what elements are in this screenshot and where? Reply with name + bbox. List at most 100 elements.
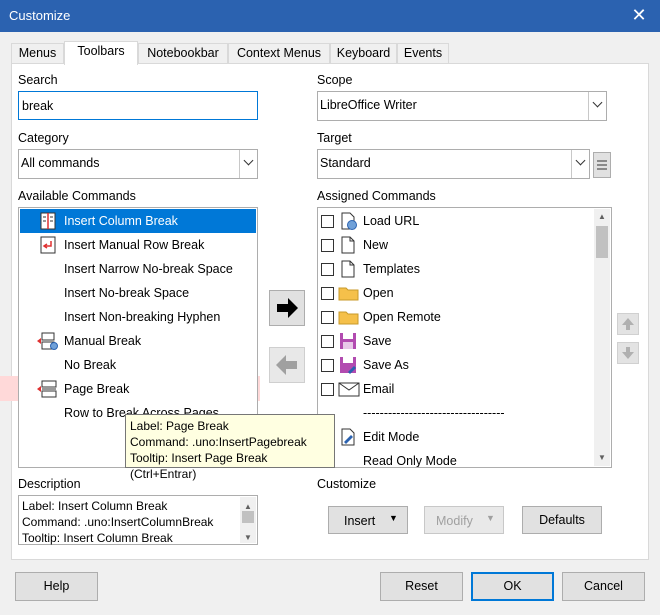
load-url-icon [341, 212, 357, 230]
tab-toolbars[interactable]: Toolbars [64, 41, 138, 65]
arrow-left-icon [276, 355, 297, 375]
checkbox[interactable] [321, 215, 334, 228]
caret-down-icon: ▼ [486, 513, 495, 523]
checkbox[interactable] [321, 239, 334, 252]
folder-icon [338, 311, 359, 325]
add-command-button[interactable] [269, 290, 305, 326]
tab-context-menus[interactable]: Context Menus [228, 43, 330, 64]
list-item[interactable]: Open [319, 281, 594, 305]
search-label: Search [18, 73, 58, 87]
checkbox[interactable] [321, 335, 334, 348]
cancel-button[interactable]: Cancel [562, 572, 645, 601]
category-select[interactable]: All commands [18, 149, 258, 179]
document-icon [341, 260, 355, 278]
assigned-scrollbar[interactable]: ▲ ▼ [594, 209, 610, 466]
modify-button-label: Modify [436, 514, 473, 528]
scope-value: LibreOffice Writer [320, 98, 417, 112]
description-command-line: Command: .uno:InsertColumnBreak [22, 515, 214, 529]
window-title: Customize [9, 8, 71, 23]
chevron-down-icon [571, 150, 589, 178]
list-item[interactable]: Insert Narrow No-break Space [20, 257, 256, 281]
list-item[interactable]: New [319, 233, 594, 257]
target-label: Target [317, 131, 352, 145]
list-item-label: Email [363, 382, 395, 396]
list-item[interactable]: Open Remote [319, 305, 594, 329]
close-icon[interactable]: ✕ [628, 4, 650, 26]
tab-keyboard[interactable]: Keyboard [330, 43, 397, 64]
category-value: All commands [21, 156, 100, 170]
checkbox[interactable] [321, 263, 334, 276]
help-button[interactable]: Help [15, 572, 98, 601]
assigned-commands-label: Assigned Commands [317, 189, 436, 203]
document-icon [341, 236, 355, 254]
list-item[interactable]: Save [319, 329, 594, 353]
column-break-icon [40, 212, 56, 230]
list-item-label: Open Remote [363, 310, 441, 324]
checkbox[interactable] [321, 383, 334, 396]
tooltip-tooltip-line: Tooltip: Insert Page Break (Ctrl+Entrar) [130, 451, 268, 481]
list-item[interactable]: Page Break [20, 377, 256, 401]
arrow-up-icon [622, 318, 634, 330]
arrow-down-icon [622, 347, 634, 359]
tab-menus[interactable]: Menus [11, 43, 64, 64]
target-menu-button[interactable] [593, 152, 611, 178]
list-item[interactable]: Email [319, 377, 594, 401]
checkbox[interactable] [321, 359, 334, 372]
edit-mode-icon [341, 428, 355, 446]
assigned-commands-list[interactable]: Load URL New Templates Open Open Remote … [317, 207, 612, 468]
tab-events[interactable]: Events [397, 43, 449, 64]
page-break-icon [37, 380, 57, 398]
ok-button[interactable]: OK [471, 572, 554, 601]
folder-icon [338, 287, 359, 301]
separator-line: ---------------------------------- [363, 406, 505, 420]
chevron-down-icon [239, 150, 257, 178]
checkbox[interactable] [321, 311, 334, 324]
caret-down-icon: ▼ [389, 513, 398, 523]
manual-break-icon [37, 332, 58, 350]
list-item[interactable]: Read Only Mode [319, 449, 594, 467]
list-item[interactable]: Load URL [319, 209, 594, 233]
search-input[interactable]: break [18, 91, 258, 120]
list-item-label: Insert Column Break [64, 214, 178, 228]
list-item[interactable]: Templates [319, 257, 594, 281]
modify-button[interactable]: Modify ▼ [424, 506, 504, 534]
list-item-label: New [363, 238, 389, 252]
defaults-button[interactable]: Defaults [522, 506, 602, 534]
list-item-label: Page Break [64, 382, 130, 396]
reset-button[interactable]: Reset [380, 572, 463, 601]
save-icon [340, 333, 356, 349]
move-down-button[interactable] [617, 342, 639, 364]
scroll-down-icon[interactable]: ▼ [244, 530, 252, 546]
list-item-label: Edit Mode [363, 430, 420, 444]
scroll-up-icon[interactable]: ▲ [598, 212, 606, 221]
list-item[interactable]: Edit Mode [319, 425, 594, 449]
list-item[interactable]: Insert No-break Space [20, 281, 256, 305]
description-label: Description [18, 477, 81, 491]
target-select[interactable]: Standard [317, 149, 590, 179]
list-item[interactable]: Insert Non-breaking Hyphen [20, 305, 256, 329]
scroll-down-icon[interactable]: ▼ [598, 453, 606, 462]
list-item-label: Insert Narrow No-break Space [64, 262, 233, 276]
category-label: Category [18, 131, 69, 145]
list-item[interactable]: Insert Manual Row Break [20, 233, 256, 257]
envelope-icon [338, 382, 360, 397]
description-scrollbar[interactable]: ▲ ▼ [240, 497, 256, 543]
target-value: Standard [320, 156, 371, 170]
list-item[interactable]: ---------------------------------- [319, 401, 594, 425]
list-item[interactable]: Insert Column Break [20, 209, 256, 233]
remove-command-button[interactable] [269, 347, 305, 383]
checkbox[interactable] [321, 287, 334, 300]
list-item[interactable]: Save As [319, 353, 594, 377]
list-item-label: Templates [363, 262, 420, 276]
scroll-thumb[interactable] [242, 511, 254, 523]
hamburger-icon [597, 160, 607, 170]
scroll-thumb[interactable] [596, 226, 608, 258]
list-item-label: Insert No-break Space [64, 286, 190, 300]
list-item-label: Insert Manual Row Break [64, 238, 205, 252]
list-item[interactable]: No Break [20, 353, 256, 377]
tab-notebookbar[interactable]: Notebookbar [138, 43, 228, 64]
insert-button[interactable]: Insert ▼ [328, 506, 408, 534]
list-item[interactable]: Manual Break [20, 329, 256, 353]
move-up-button[interactable] [617, 313, 639, 335]
scope-select[interactable]: LibreOffice Writer [317, 91, 607, 121]
